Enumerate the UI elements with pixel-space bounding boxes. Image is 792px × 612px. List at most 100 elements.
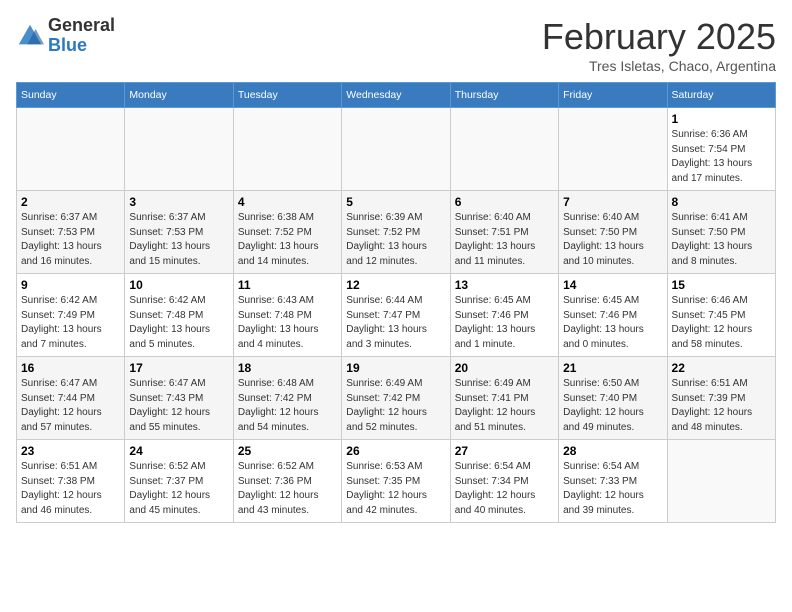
calendar-cell: 14 Sunrise: 6:45 AMSunset: 7:46 PMDayligh… bbox=[559, 274, 667, 357]
logo-blue: Blue bbox=[48, 36, 115, 56]
day-number: 6 bbox=[455, 195, 554, 209]
weekday-tuesday: Tuesday bbox=[233, 83, 341, 108]
week-row-2: 2 Sunrise: 6:37 AMSunset: 7:53 PMDaylight… bbox=[17, 191, 776, 274]
day-info: Sunrise: 6:47 AMSunset: 7:44 PMDaylight:… bbox=[21, 377, 120, 435]
day-number: 3 bbox=[129, 195, 228, 209]
header: General Blue February 2025 Tres Isletas,… bbox=[16, 16, 776, 74]
calendar-header: SundayMondayTuesdayWednesdayThursdayFrid… bbox=[17, 83, 776, 108]
calendar: SundayMondayTuesdayWednesdayThursdayFrid… bbox=[16, 82, 776, 523]
calendar-cell: 1Sunrise: 6:36 AMSunset: 7:54 PMDaylight… bbox=[667, 108, 775, 191]
day-info: Sunrise: 6:54 AMSunset: 7:33 PMDaylight:… bbox=[563, 460, 662, 518]
calendar-cell: 3 Sunrise: 6:37 AMSunset: 7:53 PMDaylight… bbox=[125, 191, 233, 274]
day-number: 5 bbox=[346, 195, 445, 209]
calendar-cell: 20 Sunrise: 6:49 AMSunset: 7:41 PMDayligh… bbox=[450, 357, 558, 440]
day-info: Sunrise: 6:49 AMSunset: 7:41 PMDaylight:… bbox=[455, 377, 554, 435]
day-number: 15 bbox=[672, 278, 771, 292]
month-title: February 2025 bbox=[542, 16, 776, 58]
day-number: 23 bbox=[21, 444, 120, 458]
day-info: Sunrise: 6:44 AMSunset: 7:47 PMDaylight:… bbox=[346, 294, 445, 352]
day-info: Sunrise: 6:45 AMSunset: 7:46 PMDaylight:… bbox=[563, 294, 662, 352]
day-info: Sunrise: 6:43 AMSunset: 7:48 PMDaylight:… bbox=[238, 294, 337, 352]
calendar-cell: 7 Sunrise: 6:40 AMSunset: 7:50 PMDaylight… bbox=[559, 191, 667, 274]
day-number: 25 bbox=[238, 444, 337, 458]
day-number: 13 bbox=[455, 278, 554, 292]
day-info: Sunrise: 6:46 AMSunset: 7:45 PMDaylight:… bbox=[672, 294, 771, 352]
day-number: 26 bbox=[346, 444, 445, 458]
calendar-cell: 13 Sunrise: 6:45 AMSunset: 7:46 PMDayligh… bbox=[450, 274, 558, 357]
day-info: Sunrise: 6:37 AMSunset: 7:53 PMDaylight:… bbox=[21, 211, 120, 269]
calendar-cell: 4 Sunrise: 6:38 AMSunset: 7:52 PMDaylight… bbox=[233, 191, 341, 274]
calendar-cell: 10Sunrise: 6:42 AMSunset: 7:48 PMDayligh… bbox=[125, 274, 233, 357]
day-number: 12 bbox=[346, 278, 445, 292]
day-number: 28 bbox=[563, 444, 662, 458]
week-row-5: 23 Sunrise: 6:51 AMSunset: 7:38 PMDayligh… bbox=[17, 440, 776, 523]
logo-general: General bbox=[48, 16, 115, 36]
calendar-cell: 23 Sunrise: 6:51 AMSunset: 7:38 PMDayligh… bbox=[17, 440, 125, 523]
weekday-saturday: Saturday bbox=[667, 83, 775, 108]
calendar-cell bbox=[559, 108, 667, 191]
day-number: 17 bbox=[129, 361, 228, 375]
calendar-cell: 19 Sunrise: 6:49 AMSunset: 7:42 PMDayligh… bbox=[342, 357, 450, 440]
day-number: 20 bbox=[455, 361, 554, 375]
day-info: Sunrise: 6:52 AMSunset: 7:37 PMDaylight:… bbox=[129, 460, 228, 518]
day-number: 19 bbox=[346, 361, 445, 375]
calendar-body: 1Sunrise: 6:36 AMSunset: 7:54 PMDaylight… bbox=[17, 108, 776, 523]
day-info: Sunrise: 6:48 AMSunset: 7:42 PMDaylight:… bbox=[238, 377, 337, 435]
calendar-cell bbox=[233, 108, 341, 191]
calendar-cell bbox=[342, 108, 450, 191]
subtitle: Tres Isletas, Chaco, Argentina bbox=[542, 58, 776, 74]
weekday-sunday: Sunday bbox=[17, 83, 125, 108]
calendar-cell: 22Sunrise: 6:51 AMSunset: 7:39 PMDayligh… bbox=[667, 357, 775, 440]
day-number: 27 bbox=[455, 444, 554, 458]
day-number: 9 bbox=[21, 278, 120, 292]
calendar-cell: 27 Sunrise: 6:54 AMSunset: 7:34 PMDayligh… bbox=[450, 440, 558, 523]
calendar-cell: 16 Sunrise: 6:47 AMSunset: 7:44 PMDayligh… bbox=[17, 357, 125, 440]
calendar-cell bbox=[125, 108, 233, 191]
day-number: 4 bbox=[238, 195, 337, 209]
calendar-cell: 28 Sunrise: 6:54 AMSunset: 7:33 PMDayligh… bbox=[559, 440, 667, 523]
week-row-1: 1Sunrise: 6:36 AMSunset: 7:54 PMDaylight… bbox=[17, 108, 776, 191]
day-info: Sunrise: 6:52 AMSunset: 7:36 PMDaylight:… bbox=[238, 460, 337, 518]
weekday-thursday: Thursday bbox=[450, 83, 558, 108]
day-number: 14 bbox=[563, 278, 662, 292]
day-number: 16 bbox=[21, 361, 120, 375]
weekday-header-row: SundayMondayTuesdayWednesdayThursdayFrid… bbox=[17, 83, 776, 108]
week-row-3: 9 Sunrise: 6:42 AMSunset: 7:49 PMDaylight… bbox=[17, 274, 776, 357]
calendar-cell: 12 Sunrise: 6:44 AMSunset: 7:47 PMDayligh… bbox=[342, 274, 450, 357]
calendar-cell: 24 Sunrise: 6:52 AMSunset: 7:37 PMDayligh… bbox=[125, 440, 233, 523]
week-row-4: 16 Sunrise: 6:47 AMSunset: 7:44 PMDayligh… bbox=[17, 357, 776, 440]
day-number: 1 bbox=[672, 112, 771, 126]
calendar-cell bbox=[450, 108, 558, 191]
day-info: Sunrise: 6:45 AMSunset: 7:46 PMDaylight:… bbox=[455, 294, 554, 352]
day-number: 8 bbox=[672, 195, 771, 209]
calendar-cell: 26 Sunrise: 6:53 AMSunset: 7:35 PMDayligh… bbox=[342, 440, 450, 523]
day-info: Sunrise: 6:40 AMSunset: 7:50 PMDaylight:… bbox=[563, 211, 662, 269]
calendar-cell bbox=[667, 440, 775, 523]
calendar-cell: 17 Sunrise: 6:47 AMSunset: 7:43 PMDayligh… bbox=[125, 357, 233, 440]
day-info: Sunrise: 6:38 AMSunset: 7:52 PMDaylight:… bbox=[238, 211, 337, 269]
day-info: Sunrise: 6:47 AMSunset: 7:43 PMDaylight:… bbox=[129, 377, 228, 435]
day-info: Sunrise: 6:54 AMSunset: 7:34 PMDaylight:… bbox=[455, 460, 554, 518]
day-number: 18 bbox=[238, 361, 337, 375]
weekday-friday: Friday bbox=[559, 83, 667, 108]
weekday-monday: Monday bbox=[125, 83, 233, 108]
day-info: Sunrise: 6:39 AMSunset: 7:52 PMDaylight:… bbox=[346, 211, 445, 269]
day-number: 11 bbox=[238, 278, 337, 292]
logo: General Blue bbox=[16, 16, 115, 56]
calendar-cell: 6Sunrise: 6:40 AMSunset: 7:51 PMDaylight… bbox=[450, 191, 558, 274]
title-area: February 2025 Tres Isletas, Chaco, Argen… bbox=[542, 16, 776, 74]
day-info: Sunrise: 6:50 AMSunset: 7:40 PMDaylight:… bbox=[563, 377, 662, 435]
day-info: Sunrise: 6:49 AMSunset: 7:42 PMDaylight:… bbox=[346, 377, 445, 435]
day-info: Sunrise: 6:53 AMSunset: 7:35 PMDaylight:… bbox=[346, 460, 445, 518]
calendar-cell: 9 Sunrise: 6:42 AMSunset: 7:49 PMDaylight… bbox=[17, 274, 125, 357]
day-number: 24 bbox=[129, 444, 228, 458]
day-number: 2 bbox=[21, 195, 120, 209]
day-info: Sunrise: 6:37 AMSunset: 7:53 PMDaylight:… bbox=[129, 211, 228, 269]
calendar-cell: 8Sunrise: 6:41 AMSunset: 7:50 PMDaylight… bbox=[667, 191, 775, 274]
day-number: 10 bbox=[129, 278, 228, 292]
day-number: 7 bbox=[563, 195, 662, 209]
day-info: Sunrise: 6:51 AMSunset: 7:38 PMDaylight:… bbox=[21, 460, 120, 518]
calendar-cell: 25 Sunrise: 6:52 AMSunset: 7:36 PMDayligh… bbox=[233, 440, 341, 523]
logo-text: General Blue bbox=[48, 16, 115, 56]
day-info: Sunrise: 6:42 AMSunset: 7:49 PMDaylight:… bbox=[21, 294, 120, 352]
